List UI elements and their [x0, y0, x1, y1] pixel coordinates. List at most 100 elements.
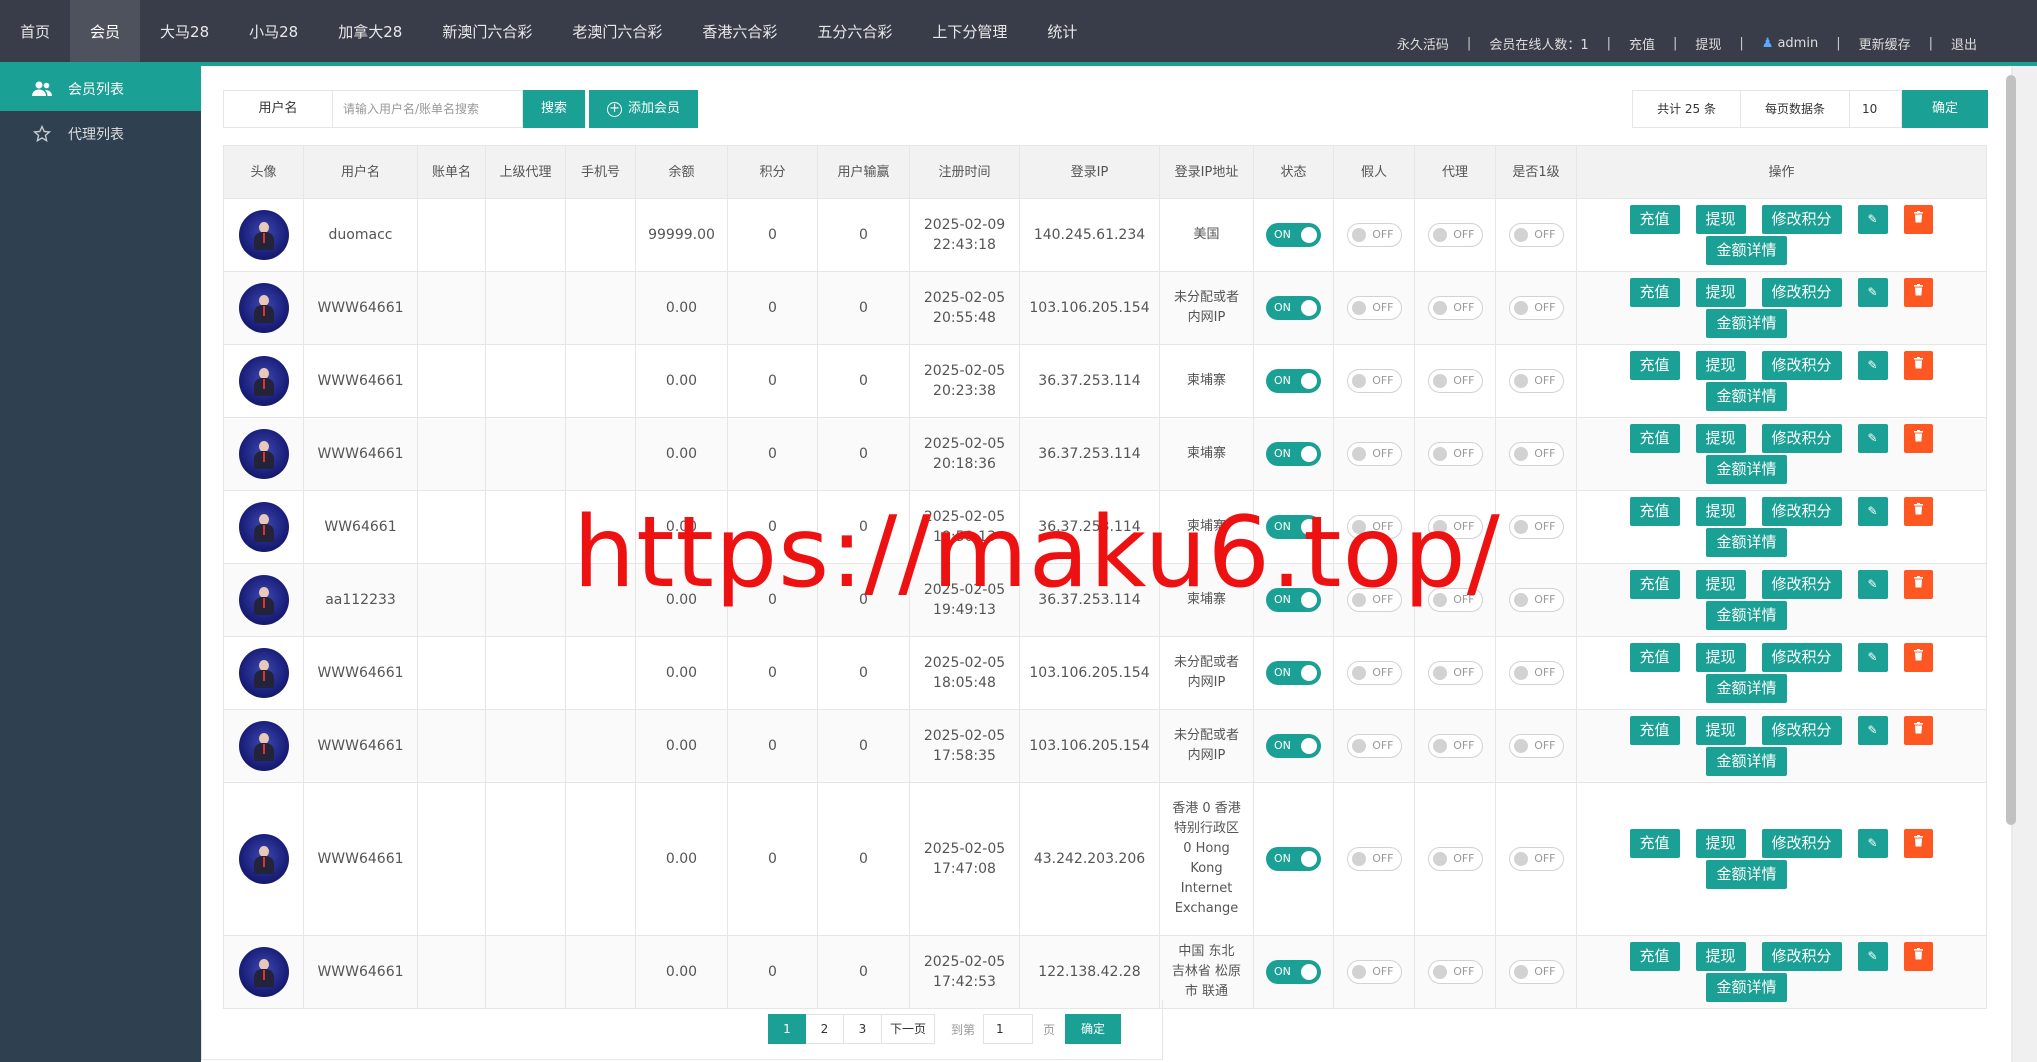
amount-detail-button[interactable]: 金额详情 [1706, 860, 1787, 889]
first-level-toggle[interactable]: OFF [1508, 847, 1564, 871]
dummy-toggle[interactable]: OFF [1346, 661, 1402, 685]
first-level-toggle[interactable]: OFF [1508, 296, 1564, 320]
delete-button[interactable] [1903, 278, 1934, 307]
clear-cache-link[interactable]: 更新缓存 [1859, 34, 1911, 53]
status-toggle[interactable]: ON [1266, 515, 1321, 539]
recharge-button[interactable]: 充值 [1629, 643, 1680, 672]
delete-button[interactable] [1903, 716, 1934, 745]
edit-points-button[interactable]: 修改积分 [1761, 278, 1842, 307]
delete-button[interactable] [1903, 829, 1934, 858]
sidebar-item-member-list[interactable]: 会员列表 [0, 66, 201, 111]
dummy-toggle[interactable]: OFF [1346, 847, 1402, 871]
recharge-link[interactable]: 充值 [1629, 34, 1655, 53]
agent-toggle[interactable]: OFF [1427, 515, 1483, 539]
amount-detail-button[interactable]: 金额详情 [1706, 382, 1787, 411]
goto-page-input[interactable]: 1 [983, 1014, 1034, 1044]
edit-points-button[interactable]: 修改积分 [1761, 351, 1842, 380]
edit-button[interactable]: ✎ [1857, 829, 1888, 858]
dummy-toggle[interactable]: OFF [1346, 960, 1402, 984]
recharge-button[interactable]: 充值 [1629, 829, 1680, 858]
edit-button[interactable]: ✎ [1857, 716, 1888, 745]
withdraw-button[interactable]: 提现 [1695, 205, 1746, 234]
edit-points-button[interactable]: 修改积分 [1761, 497, 1842, 526]
delete-button[interactable] [1903, 424, 1934, 453]
sidebar-item-agent-list[interactable]: 代理列表 [0, 111, 201, 156]
recharge-button[interactable]: 充值 [1629, 205, 1680, 234]
edit-button[interactable]: ✎ [1857, 570, 1888, 599]
status-toggle[interactable]: ON [1266, 442, 1321, 466]
topnav-item[interactable]: 五分六合彩 [797, 0, 912, 62]
page-3-button[interactable]: 3 [844, 1014, 882, 1044]
topnav-item[interactable]: 小马28 [229, 0, 318, 62]
delete-button[interactable] [1903, 570, 1934, 599]
agent-toggle[interactable]: OFF [1427, 661, 1483, 685]
first-level-toggle[interactable]: OFF [1508, 734, 1564, 758]
edit-button[interactable]: ✎ [1857, 205, 1888, 234]
withdraw-button[interactable]: 提现 [1695, 716, 1746, 745]
edit-points-button[interactable]: 修改积分 [1761, 570, 1842, 599]
status-toggle[interactable]: ON [1266, 369, 1321, 393]
withdraw-button[interactable]: 提现 [1695, 497, 1746, 526]
add-member-button[interactable]: + 添加会员 [589, 90, 699, 128]
first-level-toggle[interactable]: OFF [1508, 661, 1564, 685]
dummy-toggle[interactable]: OFF [1346, 442, 1402, 466]
delete-button[interactable] [1903, 942, 1934, 971]
topnav-item[interactable]: 上下分管理 [912, 0, 1027, 62]
user-menu[interactable]: ♟ admin [1762, 36, 1818, 51]
topnav-item[interactable]: 老澳门六合彩 [552, 0, 682, 62]
topnav-item[interactable]: 香港六合彩 [682, 0, 797, 62]
agent-toggle[interactable]: OFF [1427, 369, 1483, 393]
topnav-item[interactable]: 新澳门六合彩 [422, 0, 552, 62]
per-page-input[interactable]: 10 [1849, 90, 1902, 128]
withdraw-button[interactable]: 提现 [1695, 278, 1746, 307]
agent-toggle[interactable]: OFF [1427, 223, 1483, 247]
agent-toggle[interactable]: OFF [1427, 847, 1483, 871]
edit-points-button[interactable]: 修改积分 [1761, 829, 1842, 858]
recharge-button[interactable]: 充值 [1629, 351, 1680, 380]
dummy-toggle[interactable]: OFF [1346, 369, 1402, 393]
agent-toggle[interactable]: OFF [1427, 296, 1483, 320]
recharge-button[interactable]: 充值 [1629, 278, 1680, 307]
amount-detail-button[interactable]: 金额详情 [1706, 236, 1787, 265]
first-level-toggle[interactable]: OFF [1508, 369, 1564, 393]
amount-detail-button[interactable]: 金额详情 [1706, 309, 1787, 338]
agent-toggle[interactable]: OFF [1427, 588, 1483, 612]
withdraw-button[interactable]: 提现 [1695, 424, 1746, 453]
topnav-item[interactable]: 加拿大28 [318, 0, 422, 62]
withdraw-button[interactable]: 提现 [1695, 942, 1746, 971]
edit-points-button[interactable]: 修改积分 [1761, 205, 1842, 234]
next-page-button[interactable]: 下一页 [882, 1014, 936, 1044]
activate-link[interactable]: 永久活码 [1397, 34, 1449, 53]
topnav-item[interactable]: 大马28 [140, 0, 229, 62]
delete-button[interactable] [1903, 351, 1934, 380]
logout-link[interactable]: 退出 [1951, 34, 1977, 53]
status-toggle[interactable]: ON [1266, 223, 1321, 247]
amount-detail-button[interactable]: 金额详情 [1706, 528, 1787, 557]
recharge-button[interactable]: 充值 [1629, 570, 1680, 599]
agent-toggle[interactable]: OFF [1427, 960, 1483, 984]
delete-button[interactable] [1903, 643, 1934, 672]
topnav-item[interactable]: 首页 [0, 0, 70, 62]
page-scrollbar-track[interactable] [2013, 66, 2037, 1062]
status-toggle[interactable]: ON [1266, 847, 1321, 871]
edit-points-button[interactable]: 修改积分 [1761, 424, 1842, 453]
amount-detail-button[interactable]: 金额详情 [1706, 674, 1787, 703]
dummy-toggle[interactable]: OFF [1346, 734, 1402, 758]
edit-button[interactable]: ✎ [1857, 351, 1888, 380]
agent-toggle[interactable]: OFF [1427, 734, 1483, 758]
content-scrollbar[interactable] [2006, 75, 2016, 825]
page-2-button[interactable]: 2 [806, 1014, 844, 1044]
edit-button[interactable]: ✎ [1857, 643, 1888, 672]
dummy-toggle[interactable]: OFF [1346, 223, 1402, 247]
withdraw-button[interactable]: 提现 [1695, 643, 1746, 672]
first-level-toggle[interactable]: OFF [1508, 223, 1564, 247]
status-toggle[interactable]: ON [1266, 734, 1321, 758]
edit-button[interactable]: ✎ [1857, 497, 1888, 526]
withdraw-button[interactable]: 提现 [1695, 351, 1746, 380]
amount-detail-button[interactable]: 金额详情 [1706, 747, 1787, 776]
dummy-toggle[interactable]: OFF [1346, 515, 1402, 539]
edit-points-button[interactable]: 修改积分 [1761, 643, 1842, 672]
amount-detail-button[interactable]: 金额详情 [1706, 973, 1787, 1002]
dummy-toggle[interactable]: OFF [1346, 296, 1402, 320]
edit-button[interactable]: ✎ [1857, 942, 1888, 971]
